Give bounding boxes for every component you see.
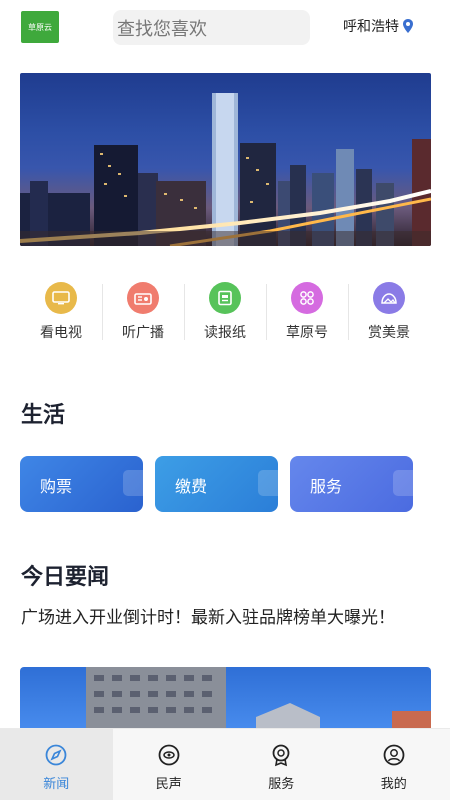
tab-news[interactable]: 新闻 (0, 729, 113, 800)
quick-nav-label: 草原号 (286, 325, 328, 341)
news-thumbnail[interactable] (20, 667, 431, 737)
quick-nav-label: 看电视 (40, 325, 82, 341)
card-label: 缴费 (175, 477, 208, 496)
location-label: 呼和浩特 (343, 19, 399, 35)
tab-label: 民声 (155, 777, 182, 792)
quick-nav-label: 赏美景 (368, 325, 410, 341)
quick-nav-label: 读报纸 (204, 325, 246, 341)
wallet-icon (258, 470, 278, 496)
quick-nav-grassland[interactable]: 草原号 (266, 276, 348, 346)
tab-label: 服务 (268, 777, 295, 792)
quick-nav: 看电视 听广播 读报纸 草原号 赏美景 (20, 276, 430, 346)
location-selector[interactable]: 呼和浩特 (343, 16, 414, 36)
card-label: 服务 (310, 477, 343, 496)
grid-icon (291, 282, 323, 314)
tab-label: 新闻 (43, 777, 70, 792)
voice-icon (158, 744, 180, 766)
search-bar[interactable]: 查找您喜欢 (113, 10, 310, 45)
tv-icon (45, 282, 77, 314)
top-header: 草原云 查找您喜欢 呼和浩特 (0, 0, 450, 62)
service-icon (393, 470, 413, 496)
app-logo[interactable]: 草原云 (21, 11, 59, 43)
quick-nav-newspaper[interactable]: 读报纸 (184, 276, 266, 346)
landscape-icon (373, 282, 405, 314)
tab-voice[interactable]: 民声 (113, 729, 226, 800)
news-section-title: 今日要闻 (21, 565, 110, 590)
tab-profile[interactable]: 我的 (338, 729, 450, 800)
quick-nav-tv[interactable]: 看电视 (20, 276, 102, 346)
radio-icon (127, 282, 159, 314)
quick-nav-radio[interactable]: 听广播 (102, 276, 184, 346)
building-photo (86, 667, 431, 737)
life-section-title: 生活 (21, 403, 66, 428)
bottom-tab-bar: 新闻 民声 服务 我的 (0, 728, 450, 800)
search-placeholder: 查找您喜欢 (117, 18, 207, 40)
news-compass-icon (45, 744, 67, 766)
banner-image[interactable] (20, 73, 431, 246)
tab-label: 我的 (380, 777, 407, 792)
ticket-card[interactable]: 购票 (20, 456, 143, 512)
tab-service[interactable]: 服务 (225, 729, 338, 800)
news-headline[interactable]: 广场进入开业倒计时！最新入驻品牌榜单大曝光！ (21, 604, 431, 632)
quick-nav-label: 听广播 (122, 325, 164, 341)
city-skyline-illustration (20, 93, 431, 246)
card-label: 购票 (40, 477, 73, 496)
newspaper-icon (209, 282, 241, 314)
profile-icon (383, 744, 405, 766)
payment-card[interactable]: 缴费 (155, 456, 278, 512)
map-pin-icon (403, 19, 413, 33)
service-badge-icon (272, 744, 290, 767)
ticket-icon (123, 470, 143, 496)
logo-text: 草原云 (28, 22, 52, 32)
service-card[interactable]: 服务 (290, 456, 413, 512)
life-service-cards: 购票 缴费 服务 (20, 456, 430, 512)
quick-nav-scenery[interactable]: 赏美景 (348, 276, 430, 346)
